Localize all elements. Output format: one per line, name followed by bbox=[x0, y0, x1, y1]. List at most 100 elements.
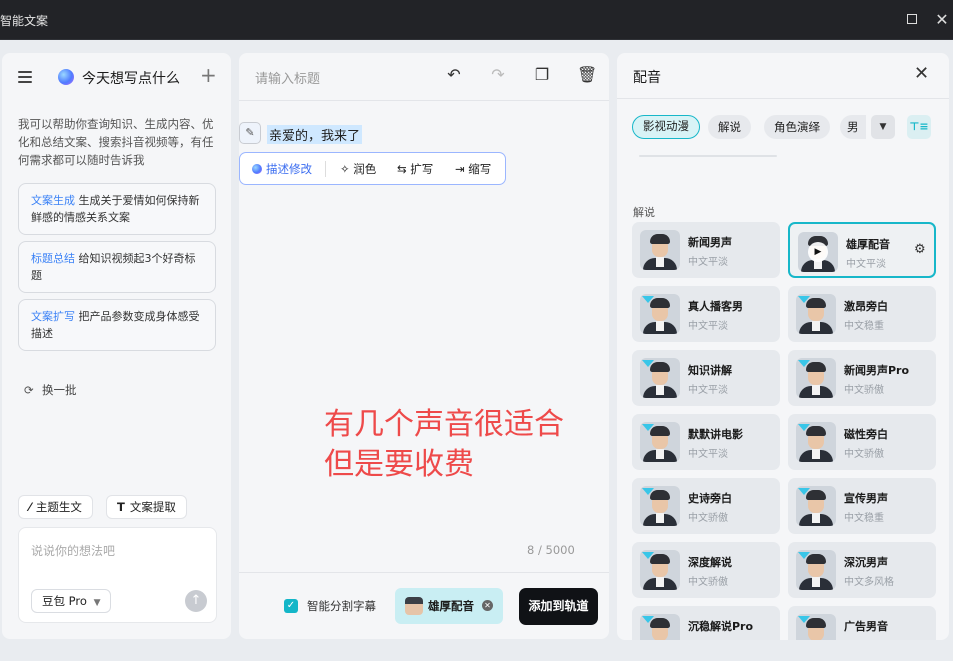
voice-avatar bbox=[640, 230, 680, 270]
voice-card[interactable]: 广告男音中文平淡 bbox=[788, 606, 936, 640]
scroll-indicator bbox=[639, 155, 777, 157]
subtitle-checkbox[interactable]: ✓ bbox=[284, 599, 298, 613]
add-to-track-button[interactable]: 添加到轨道 bbox=[519, 588, 598, 625]
filter-icon[interactable]: ⊤≡ bbox=[907, 115, 931, 139]
close-icon[interactable]: ✕ bbox=[914, 63, 929, 84]
title-input[interactable]: 请输入标题 bbox=[255, 68, 320, 87]
describe-edit-button[interactable]: 描述修改 bbox=[252, 161, 312, 177]
voice-card[interactable]: 深沉男声 中文多风格 bbox=[788, 542, 936, 598]
category-tab[interactable]: 角色演绎 bbox=[764, 115, 830, 139]
send-button[interactable]: ↑ bbox=[185, 590, 207, 612]
expand-button[interactable]: ⇆ 扩写 bbox=[397, 161, 433, 177]
voice-description: 中文骄傲 bbox=[688, 577, 728, 588]
category-tab[interactable]: 影视动漫 bbox=[632, 115, 700, 139]
model-select[interactable]: 豆包 Pro ▼ bbox=[31, 589, 112, 613]
extract-text-chip[interactable]: T 文案提取 bbox=[106, 495, 187, 519]
voice-name: 真人播客男 bbox=[688, 300, 743, 313]
annotation-line: 有几个声音很适合 bbox=[324, 407, 564, 442]
suggestion-tag: 文案生成 bbox=[31, 194, 75, 207]
model-label: 豆包 Pro bbox=[42, 594, 87, 608]
voice-card[interactable]: 默默讲电影 中文平淡 bbox=[632, 414, 780, 470]
voice-description: 中文骄傲 bbox=[844, 385, 884, 396]
maximize-button[interactable] bbox=[902, 10, 922, 30]
suggestion-card[interactable]: 文案扩写 把产品参数变成身体感受描述 bbox=[18, 299, 216, 351]
assistant-panel: 今天想写点什么 + 我可以帮助你查询知识、生成内容、优化和总结文案、搜索抖音视频… bbox=[2, 53, 231, 639]
menu-icon[interactable] bbox=[18, 71, 32, 83]
section-label: 解说 bbox=[633, 206, 655, 219]
voice-card[interactable]: 新闻男声 中文平淡 bbox=[632, 222, 780, 278]
voice-card[interactable]: 激昂旁白 中文稳重 bbox=[788, 286, 936, 342]
premium-gem-icon bbox=[642, 360, 654, 367]
polish-label: 润色 bbox=[353, 162, 377, 176]
premium-gem-icon bbox=[642, 488, 654, 495]
maximize-icon bbox=[907, 14, 917, 24]
sparkle-icon: ✧ bbox=[340, 162, 350, 176]
selected-voice-chip[interactable]: 雄厚配音 ✕ bbox=[395, 588, 503, 624]
prompt-input[interactable]: 说说你的想法吧 豆包 Pro ▼ ↑ bbox=[18, 527, 217, 623]
voice-card[interactable]: 知识讲解 中文平淡 bbox=[632, 350, 780, 406]
assistant-intro: 我可以帮助你查询知识、生成内容、优化和总结文案、搜索抖音视频等，有任何需求都可以… bbox=[18, 117, 214, 167]
suggestion-tag: 文案扩写 bbox=[31, 310, 75, 323]
voice-name: 知识讲解 bbox=[688, 364, 732, 377]
theme-generate-chip[interactable]: ⁄ 主题生文 bbox=[18, 495, 93, 519]
voice-description: 中文稳重 bbox=[844, 321, 884, 332]
premium-gem-icon bbox=[798, 616, 810, 623]
adjust-settings-icon[interactable]: ⚙ bbox=[914, 242, 926, 257]
voice-avatar bbox=[796, 358, 836, 398]
magic-wand-icon: ⁄ bbox=[29, 500, 31, 514]
voice-description: 中文平淡 bbox=[688, 385, 728, 396]
ai-edit-icon[interactable]: ✎ bbox=[239, 122, 261, 144]
polish-button[interactable]: ✧ 润色 bbox=[340, 161, 376, 177]
voice-card[interactable]: 深度解说 中文骄傲 bbox=[632, 542, 780, 598]
voice-avatar bbox=[640, 422, 680, 462]
ai-action-bar: 描述修改 ✧ 润色 ⇆ 扩写 ⇥ 缩写 bbox=[239, 152, 506, 185]
voice-card[interactable]: 磁性旁白 中文骄傲 bbox=[788, 414, 936, 470]
new-chat-icon[interactable]: + bbox=[200, 65, 218, 85]
editor-footer: ✓ 智能分割字幕 雄厚配音 ✕ 添加到轨道 bbox=[239, 572, 609, 639]
premium-gem-icon bbox=[798, 296, 810, 303]
play-icon[interactable]: ▶ bbox=[808, 242, 828, 262]
delete-icon[interactable]: 🗑 bbox=[577, 66, 597, 84]
voice-name: 广告男音 bbox=[844, 620, 888, 633]
window-close-button[interactable]: ✕ bbox=[932, 10, 952, 30]
redo-icon[interactable]: ↷ bbox=[489, 66, 507, 84]
chevron-down-icon: ▼ bbox=[93, 598, 101, 608]
voice-card[interactable]: 新闻男声Pro 中文骄傲 bbox=[788, 350, 936, 406]
voice-card[interactable]: 史诗旁白 中文骄傲 bbox=[632, 478, 780, 534]
voice-panel-title: 配音 bbox=[633, 70, 661, 86]
voice-card[interactable]: ▶ 雄厚配音 中文平淡 ⚙ bbox=[788, 222, 936, 278]
premium-gem-icon bbox=[642, 616, 654, 623]
category-tab[interactable]: 男 bbox=[840, 115, 866, 139]
voice-name: 史诗旁白 bbox=[688, 492, 732, 505]
refresh-suggestions-button[interactable]: ⟳ 换一批 bbox=[24, 382, 77, 398]
voice-avatar bbox=[405, 597, 423, 615]
workspace: 今天想写点什么 + 我可以帮助你查询知识、生成内容、优化和总结文案、搜索抖音视频… bbox=[0, 40, 953, 661]
voice-divider bbox=[617, 98, 949, 99]
voice-card[interactable]: 沉稳解说Pro 中文平淡 bbox=[632, 606, 780, 640]
undo-icon[interactable]: ↶ bbox=[445, 66, 463, 84]
voice-card[interactable]: 真人播客男 中文平淡 bbox=[632, 286, 780, 342]
category-dropdown-icon[interactable]: ▼ bbox=[871, 115, 895, 139]
text-icon: T bbox=[117, 500, 125, 514]
suggestion-card[interactable]: 标题总结 给知识视频起3个好奇标题 bbox=[18, 241, 216, 293]
copy-icon[interactable]: ❐ bbox=[533, 66, 551, 84]
remove-voice-icon[interactable]: ✕ bbox=[482, 600, 493, 611]
premium-gem-icon bbox=[798, 424, 810, 431]
voice-avatar bbox=[796, 614, 836, 640]
voice-name: 深沉男声 bbox=[844, 556, 888, 569]
editor-panel: 请输入标题 ↶ ↷ ❐ 🗑 ✎ 亲爱的，我来了 描述修改 ✧ 润色 ⇆ 扩写 ⇥… bbox=[239, 53, 609, 639]
red-annotation: 有几个声音很适合 但是要收费 bbox=[324, 405, 564, 485]
voice-avatar bbox=[796, 486, 836, 526]
premium-gem-icon bbox=[642, 296, 654, 303]
voice-avatar bbox=[796, 294, 836, 334]
category-tab[interactable]: 解说 bbox=[708, 115, 751, 139]
editor-content[interactable]: 亲爱的，我来了 bbox=[267, 125, 363, 144]
voice-name: 雄厚配音 bbox=[846, 238, 890, 251]
voice-avatar bbox=[640, 550, 680, 590]
voice-card[interactable]: 宣传男声 中文稳重 bbox=[788, 478, 936, 534]
title-bar: 智能文案 ✕ bbox=[0, 0, 953, 40]
assistant-logo-icon bbox=[58, 69, 74, 85]
refresh-label: 换一批 bbox=[42, 383, 77, 397]
shorten-button[interactable]: ⇥ 缩写 bbox=[455, 161, 491, 177]
suggestion-card[interactable]: 文案生成 生成关于爱情如何保持新鲜感的情感关系文案 bbox=[18, 183, 216, 235]
